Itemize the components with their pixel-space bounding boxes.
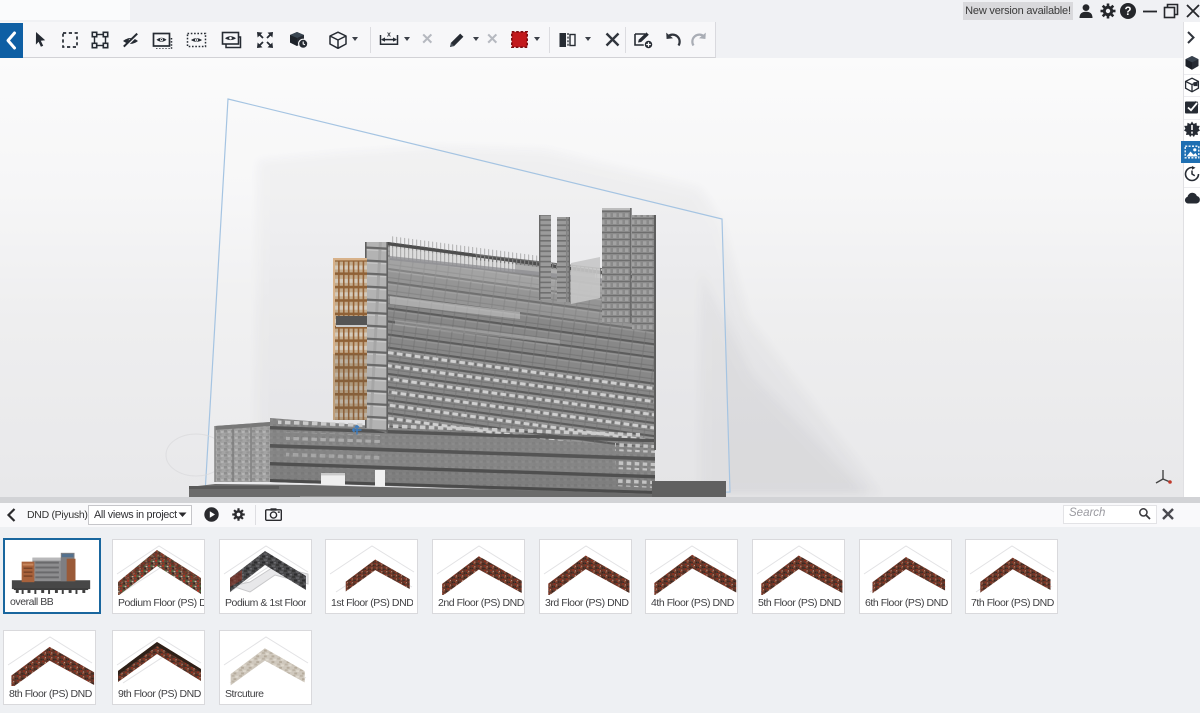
svg-text:?: ? <box>1124 6 1131 18</box>
svg-text:x: x <box>387 32 391 39</box>
